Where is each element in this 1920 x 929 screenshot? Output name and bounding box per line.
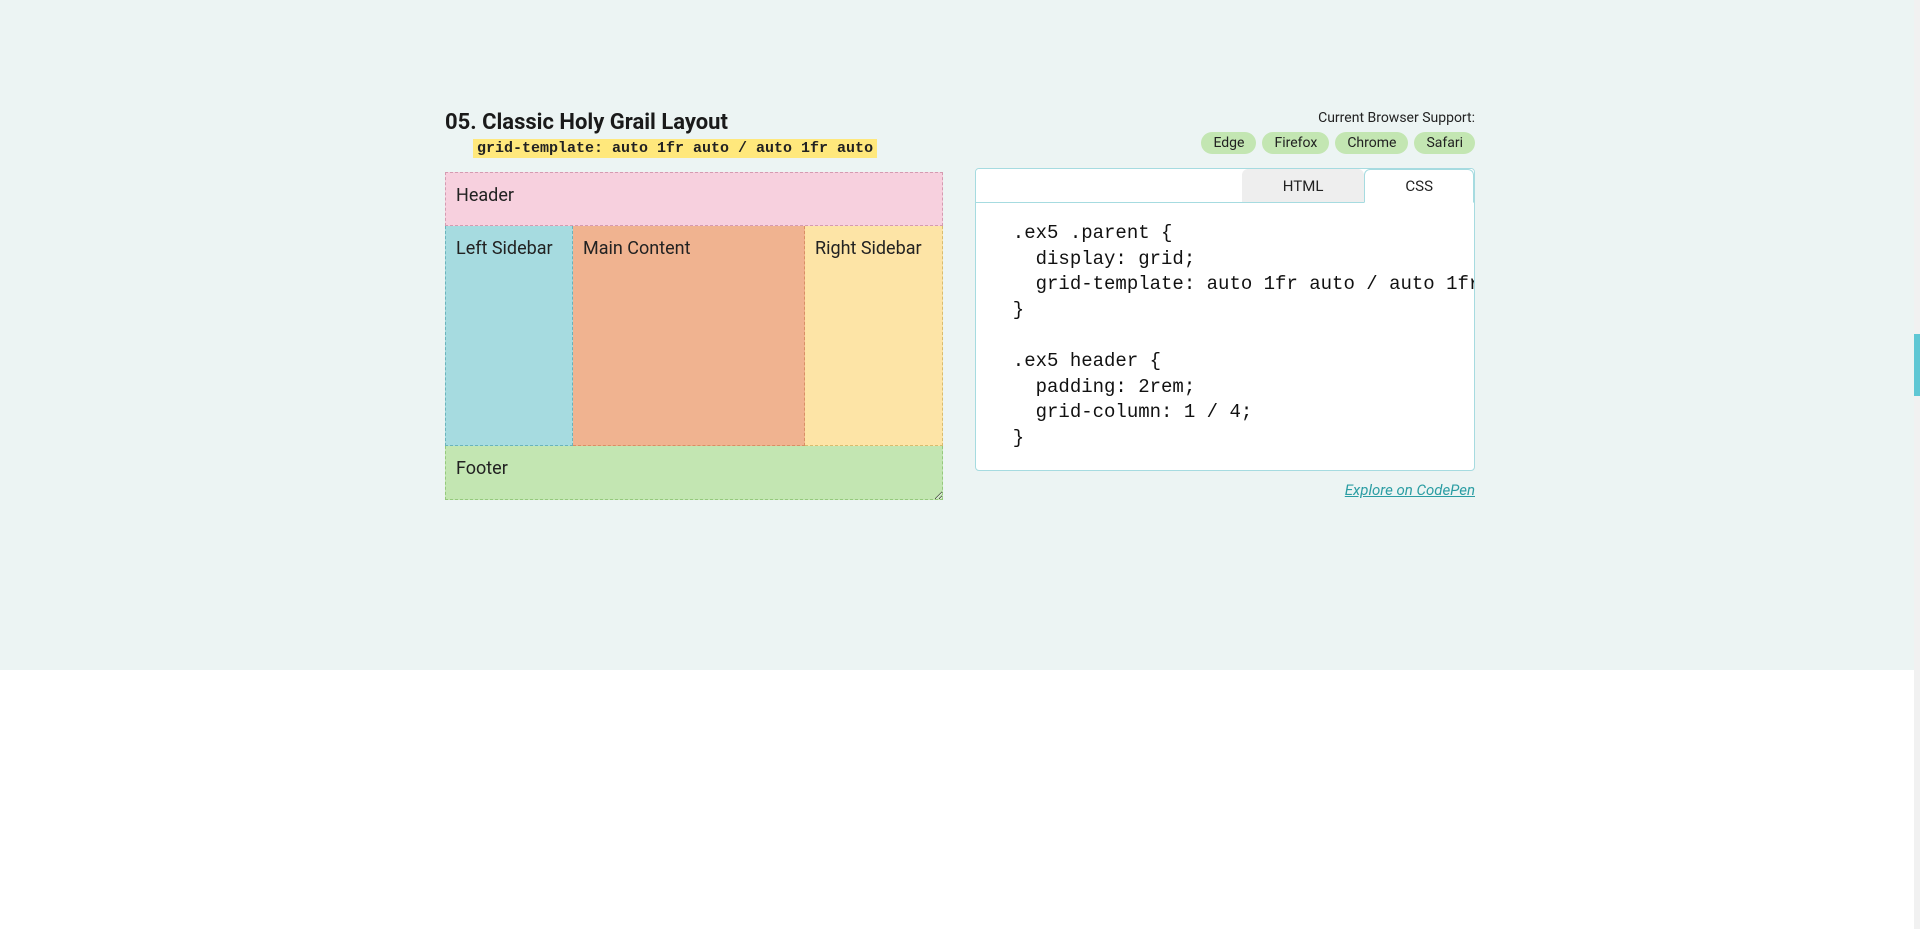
holy-grail-demo[interactable]: Header Left Sidebar Main Content Right S… bbox=[445, 172, 943, 500]
demo-left-sidebar: Left Sidebar bbox=[445, 226, 573, 446]
demo-header: Header bbox=[445, 172, 943, 226]
browser-support-label: Current Browser Support: bbox=[1318, 110, 1475, 126]
badge-safari: Safari bbox=[1414, 132, 1475, 154]
demo-footer: Footer bbox=[445, 446, 943, 500]
example-title: 05. Classic Holy Grail Layout bbox=[445, 110, 943, 135]
code-tabs: HTML CSS bbox=[976, 169, 1474, 202]
tab-css[interactable]: CSS bbox=[1364, 169, 1474, 203]
code-area[interactable]: .ex5 .parent { display: grid; grid-templ… bbox=[976, 202, 1474, 470]
demo-right-sidebar: Right Sidebar bbox=[805, 226, 943, 446]
right-column: Current Browser Support: Edge Firefox Ch… bbox=[973, 110, 1475, 499]
badge-chrome: Chrome bbox=[1335, 132, 1408, 154]
codepen-link[interactable]: Explore on CodePen bbox=[1345, 481, 1475, 499]
example-section: 05. Classic Holy Grail Layout grid-templ… bbox=[0, 0, 1920, 670]
demo-main-content: Main Content bbox=[573, 226, 805, 446]
left-column: 05. Classic Holy Grail Layout grid-templ… bbox=[445, 110, 943, 500]
badge-firefox: Firefox bbox=[1262, 132, 1329, 154]
page-scrollbar[interactable] bbox=[1914, 0, 1920, 929]
browser-badges: Edge Firefox Chrome Safari bbox=[1201, 132, 1475, 154]
layout-container: 05. Classic Holy Grail Layout grid-templ… bbox=[445, 110, 1475, 500]
badge-edge: Edge bbox=[1201, 132, 1256, 154]
tab-html[interactable]: HTML bbox=[1242, 169, 1365, 202]
code-panel: HTML CSS .ex5 .parent { display: grid; g… bbox=[975, 168, 1475, 471]
page-scrollbar-thumb[interactable] bbox=[1914, 334, 1920, 396]
example-snippet: grid-template: auto 1fr auto / auto 1fr … bbox=[473, 139, 877, 158]
